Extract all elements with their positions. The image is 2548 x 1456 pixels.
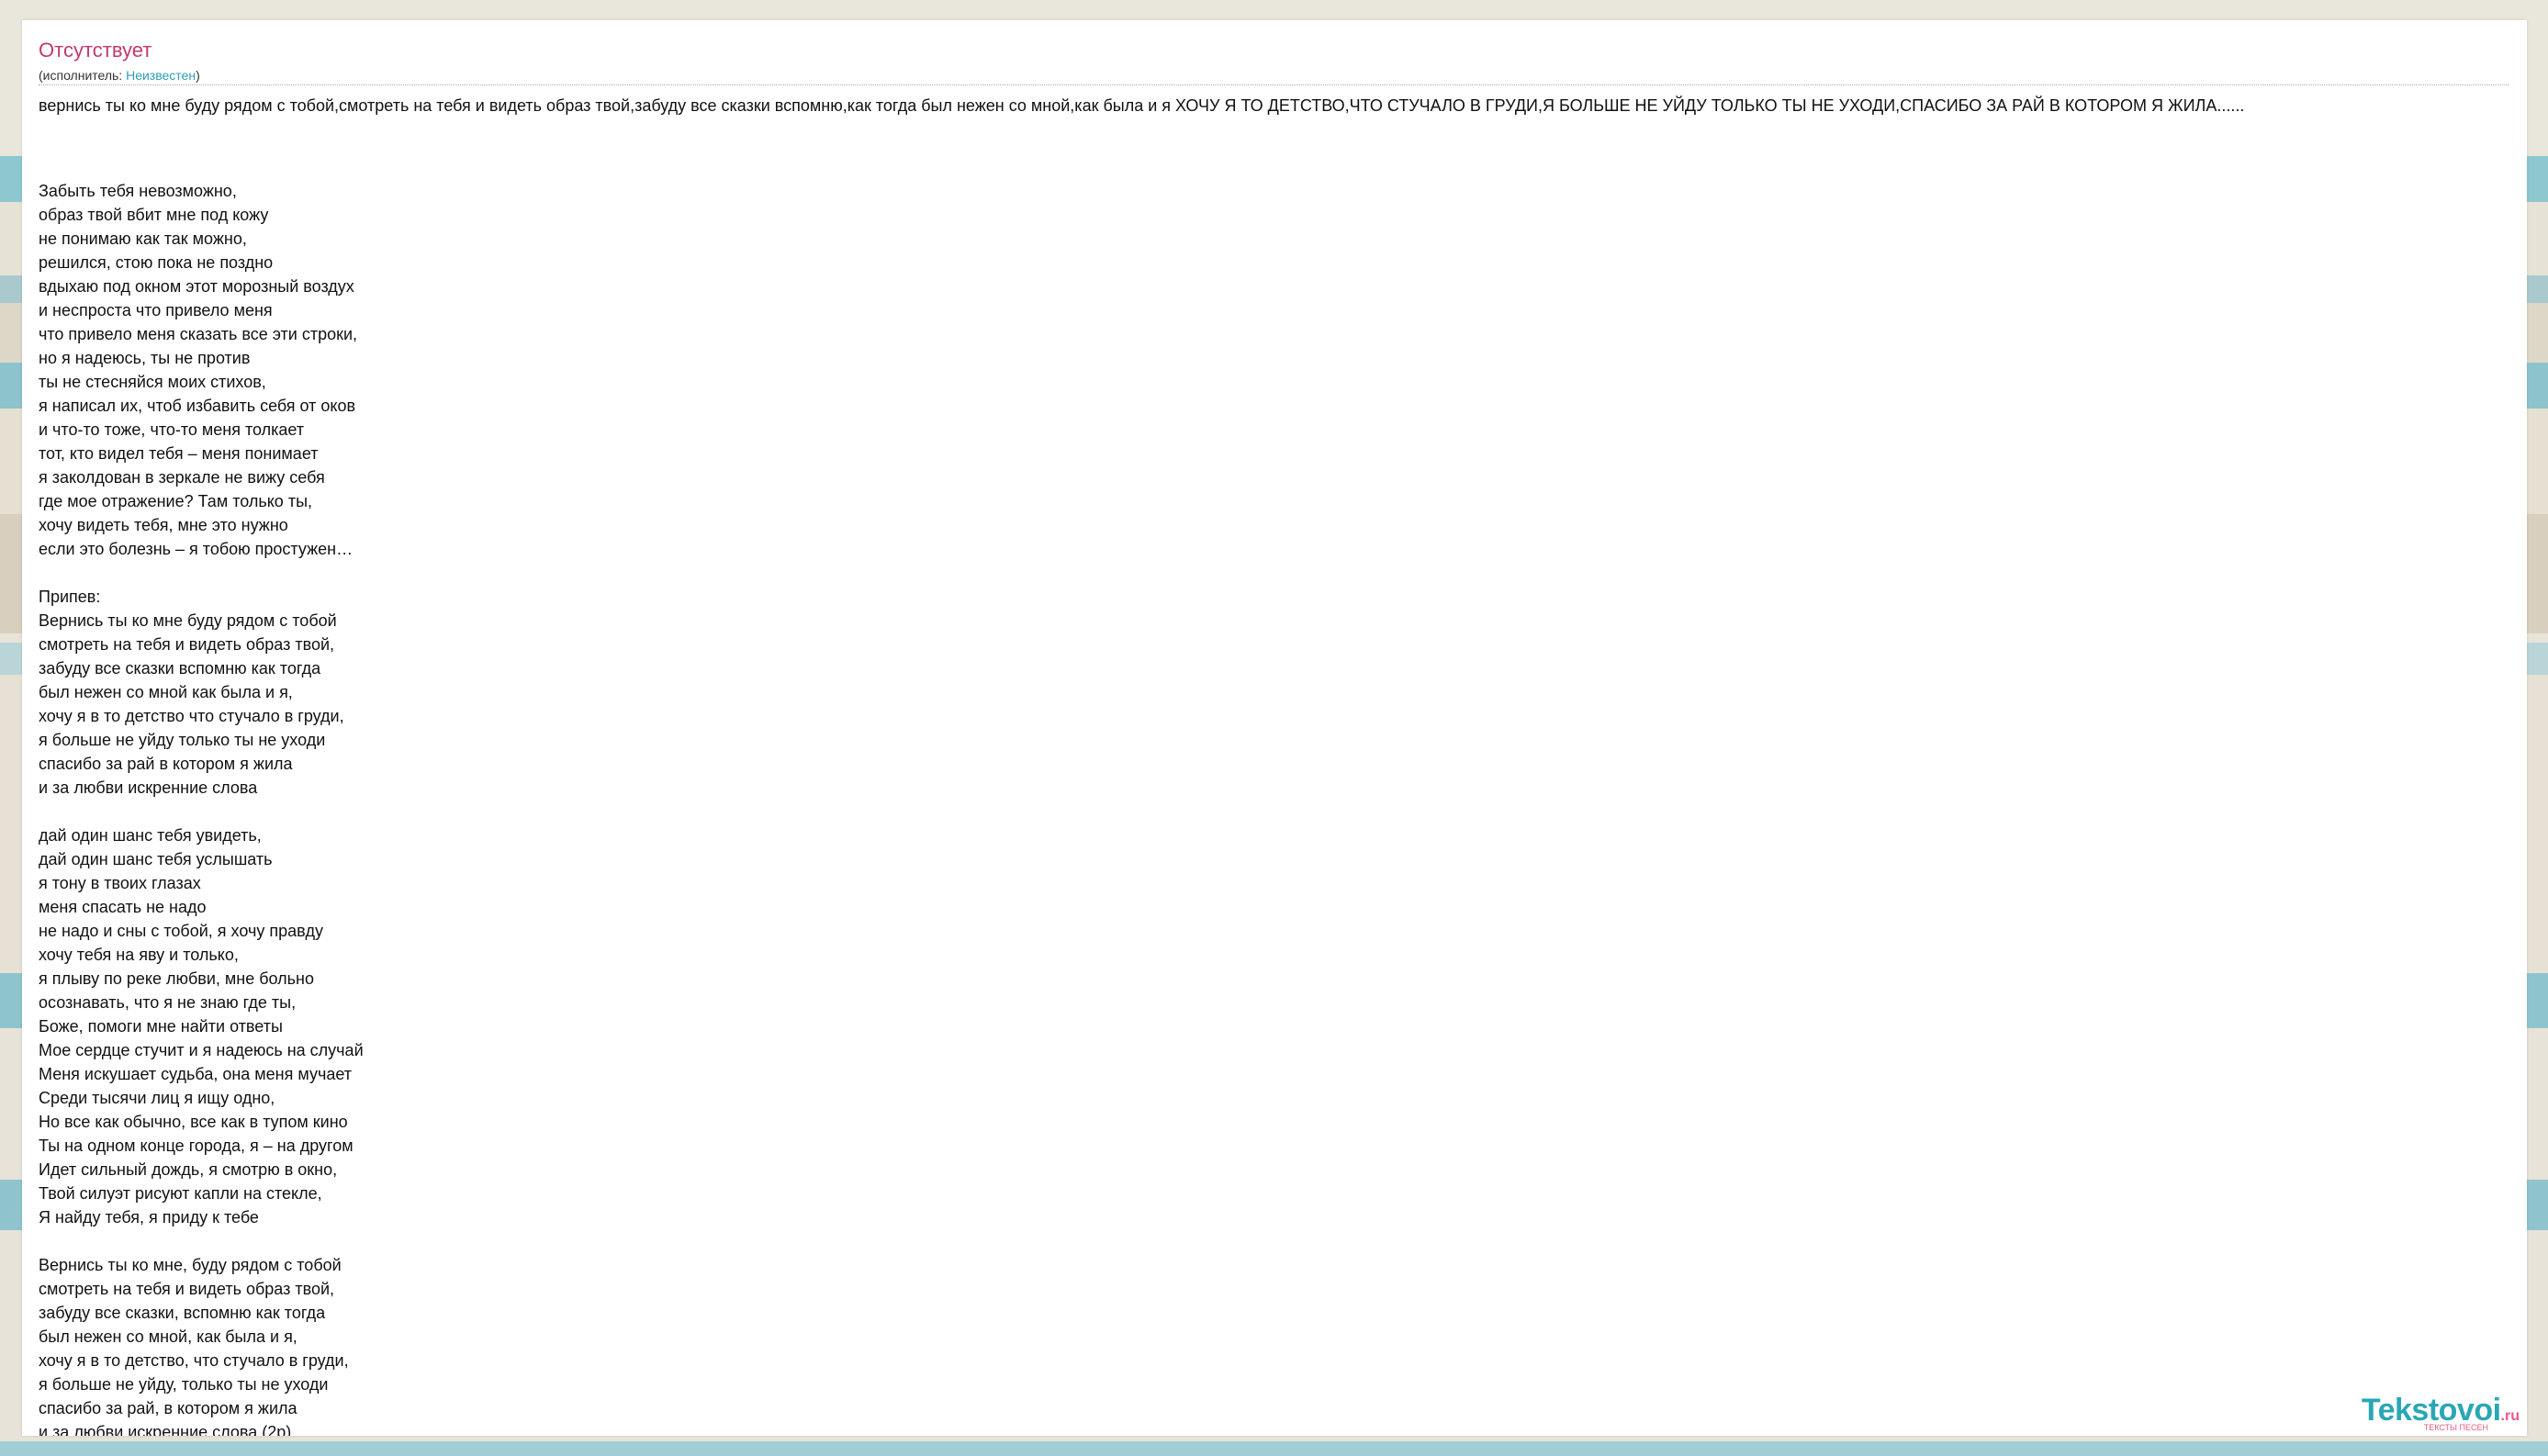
site-logo[interactable]: Tekstovoi.ru ТЕКСТЫ ПЕСЕН [2362,1393,2520,1432]
background-strip [0,1441,2548,1456]
lyric-line: я больше не уйду, только ты не уходи [39,1375,329,1394]
lyric-line: хочу я в то детство, что стучало в груди… [39,1351,349,1370]
lyric-line [39,561,364,585]
lyric-line: я заколдован в зеркале не вижу себя [39,468,325,487]
lyric-line: Среди тысячи лиц я ищу одно, [39,1089,275,1107]
lyric-line: и что-то тоже, что-то меня толкает [39,420,305,439]
lyric-line: тот, кто видел тебя – меня понимает [39,444,319,463]
lyric-line: забуду все сказки, вспомню как тогда [39,1304,326,1322]
song-title: Отсутствует [39,39,152,62]
lyric-line: хочу я в то детство что стучало в груди, [39,707,344,725]
title-divider [39,84,2509,85]
lyric-line: образ твой вбит мне под кожу [39,206,269,224]
lyric-line: дай один шанс тебя увидеть, [39,826,262,845]
lyrics-summary-line: вернись ты ко мне буду рядом с тобой,смо… [39,96,2245,115]
lyric-line: не надо и сны с тобой, я хочу правду [39,922,323,940]
lyric-line [39,1229,364,1253]
artist-prefix: (исполнитель: [39,68,127,83]
lyrics-panel: Отсутствует (исполнитель: Неизвестен) ве… [22,20,2527,1436]
lyric-line: Боже, помоги мне найти ответы [39,1017,283,1036]
lyric-line: Припев: [39,588,101,606]
lyric-line: Но все как обычно, все как в тупом кино [39,1113,348,1131]
lyric-line: был нежен со мной как была и я, [39,683,293,701]
lyric-line: Вернись ты ко мне буду рядом с тобой [39,611,337,630]
lyric-line: спасибо за рай, в котором я жила [39,1399,297,1417]
logo-tld: .ru [2500,1408,2520,1424]
lyric-line: меня спасать не надо [39,898,207,916]
lyric-line [39,155,364,179]
lyric-line: что привело меня сказать все эти строки, [39,325,358,343]
lyric-line: Я найду тебя, я приду к тебе [39,1208,259,1226]
lyric-line: смотреть на тебя и видеть образ твой, [39,1280,335,1298]
lyric-line: хочу тебя на яву и только, [39,946,239,964]
lyric-line: Мое сердце стучит и я надеюсь на случай [39,1041,364,1059]
artist-link[interactable]: Неизвестен [126,68,196,83]
lyric-line: дай один шанс тебя услышать [39,850,273,868]
lyric-line: ты не стесняйся моих стихов, [39,373,266,391]
lyric-line: и за любви искренние слова [39,778,258,797]
lyrics-body: Забыть тебя невозможно, образ твой вбит м… [39,155,364,1436]
lyric-line: хочу видеть тебя, мне это нужно [39,516,288,534]
lyric-line: Вернись ты ко мне, буду рядом с тобой [39,1256,342,1274]
lyric-line [39,800,364,823]
lyric-line: я плыву по реке любви, мне больно [39,969,314,988]
lyric-line: и неспроста что привело меня [39,301,273,319]
artist-suffix: ) [196,68,200,83]
lyric-line: Меня искушает судьба, она меня мучает [39,1065,352,1083]
lyric-line: смотреть на тебя и видеть образ твой, [39,635,335,654]
lyric-line: Ты на одном конце города, я – на другом [39,1137,354,1155]
lyric-line: осознавать, что я не знаю где ты, [39,993,297,1012]
lyric-line: спасибо за рай в котором я жила [39,755,293,773]
lyric-line: решился, стою пока не поздно [39,253,274,272]
lyric-line: Твой силуэт рисуют капли на стекле, [39,1184,322,1203]
lyric-line: и за любви искренние слова (2р) [39,1423,292,1436]
lyric-line: забуду все сказки вспомню как тогда [39,659,321,678]
lyric-line: Забыть тебя невозможно, [39,182,237,200]
lyric-line: вдыхаю под окном этот морозный воздух [39,277,354,296]
lyric-line: не понимаю как так можно, [39,230,247,248]
lyric-line: я написал их, чтоб избавить себя от оков [39,397,356,415]
lyric-line: был нежен со мной, как была и я, [39,1327,297,1346]
lyric-line: я тону в твоих глазах [39,874,201,892]
lyric-line: но я надеюсь, ты не против [39,349,251,367]
lyric-line: где мое отражение? Там только ты, [39,492,313,510]
lyric-line: Идет сильный дождь, я смотрю в окно, [39,1160,338,1179]
lyric-line: если это болезнь – я тобою простужен… [39,540,354,558]
lyric-line: я больше не уйду только ты не уходи [39,731,326,749]
artist-line: (исполнитель: Неизвестен) [39,68,200,83]
